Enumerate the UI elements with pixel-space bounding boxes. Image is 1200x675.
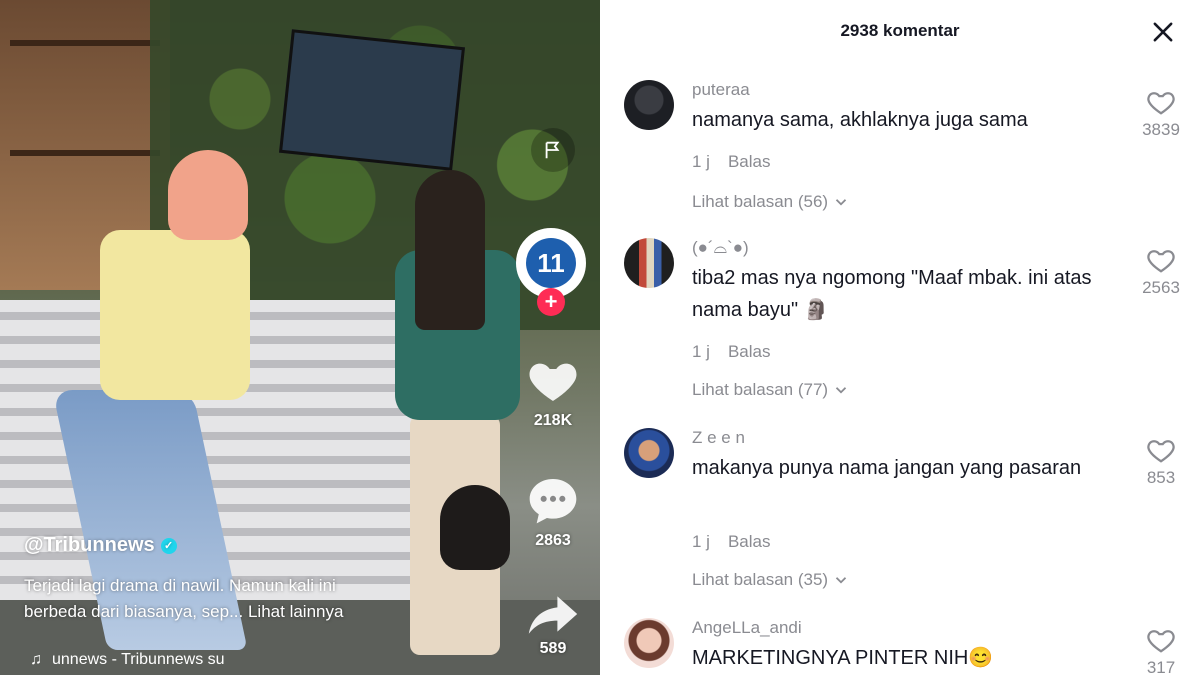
comment-text: tiba2 mas nya ngomong "Maaf mbak. ini at… [692, 267, 1092, 321]
comment-avatar[interactable] [624, 238, 674, 288]
chevron-down-icon [835, 577, 847, 584]
music-note-icon: ♫ [30, 651, 42, 668]
reply-button[interactable]: Balas [728, 342, 771, 362]
comment-like-count: 853 [1146, 468, 1176, 487]
like-count: 218K [533, 412, 573, 429]
comment-button[interactable]: 2863 [522, 472, 584, 550]
chevron-down-icon [835, 199, 847, 206]
comment-meta: 1 j Balas [692, 152, 771, 172]
comment-text: MARKETINGNYA PINTER NIH😊 [692, 647, 994, 669]
comment-bubble-icon [529, 479, 577, 524]
comments-panel: 2938 komentar puteraa namanya sama, akhl… [600, 0, 1200, 675]
view-replies-label: Lihat balasan (56) [692, 192, 829, 211]
flag-icon[interactable] [531, 128, 575, 172]
heart-outline-icon [1147, 250, 1175, 273]
comment-meta: 1 j Balas [692, 532, 771, 552]
music-title: unnews - Tribunnews su [52, 651, 225, 668]
creator-handle[interactable]: @Tribunnews ✓ [24, 534, 177, 557]
comments-title: 2938 komentar [840, 21, 960, 40]
creator-handle-text: @Tribunnews [24, 534, 155, 556]
reply-button[interactable]: Balas [728, 152, 771, 172]
view-replies-label: Lihat balasan (35) [692, 570, 829, 589]
video-caption-line: berbeda dari biasanya, sep... Lihat lain… [24, 602, 344, 621]
comment-like-button[interactable]: 3839 [1130, 88, 1192, 140]
like-button[interactable]: 218K [522, 352, 584, 430]
heart-outline-icon [1147, 440, 1175, 463]
comment-count: 2863 [535, 532, 571, 549]
share-button[interactable]: 589 [522, 592, 584, 658]
comment-like-button[interactable]: 853 [1130, 436, 1192, 488]
comment-username[interactable]: (●´⌓`●) [692, 238, 749, 258]
comment-username[interactable]: Z e e n [692, 428, 745, 448]
comment-like-count: 317 [1146, 658, 1176, 675]
view-replies-button[interactable]: Lihat balasan (77) [692, 380, 850, 400]
video-caption-line: Terjadi lagi drama di nawil. Namun kali … [24, 576, 336, 595]
share-arrow-icon [528, 596, 578, 634]
comment-time: 1 j [692, 532, 710, 551]
plus-icon[interactable]: + [537, 288, 565, 316]
share-count: 589 [539, 640, 567, 657]
comment-text: makanya punya nama jangan yang pasaran [692, 457, 1082, 479]
heart-outline-icon [1147, 630, 1175, 653]
comment-like-count: 3839 [1142, 120, 1180, 139]
creator-avatar-logo: 11 [526, 238, 576, 288]
reply-button[interactable]: Balas [728, 532, 771, 552]
comment-meta: 1 j Balas [692, 342, 771, 362]
comment-username[interactable]: AngeLLa_andi [692, 618, 802, 638]
verified-check-icon: ✓ [160, 537, 177, 554]
comment-avatar[interactable] [624, 428, 674, 478]
chevron-down-icon [835, 387, 847, 394]
view-replies-button[interactable]: Lihat balasan (35) [692, 570, 850, 590]
comment-avatar[interactable] [624, 80, 674, 130]
close-icon[interactable] [1149, 18, 1177, 46]
comment-time: 1 j [692, 342, 710, 361]
comment-text: namanya sama, akhlaknya juga sama [692, 109, 1028, 131]
comment-username[interactable]: puteraa [692, 80, 750, 100]
video-scene-menu-screen [278, 29, 466, 171]
music-ticker[interactable]: ♫ unnews - Tribunnews su [30, 651, 225, 669]
video-caption[interactable]: Terjadi lagi drama di nawil. Namun kali … [24, 573, 464, 625]
comment-like-button[interactable]: 317 [1130, 626, 1192, 675]
comment-like-count: 2563 [1142, 278, 1180, 297]
view-replies-button[interactable]: Lihat balasan (56) [692, 192, 850, 212]
comment-like-button[interactable]: 2563 [1130, 246, 1192, 298]
view-replies-label: Lihat balasan (77) [692, 380, 829, 399]
heart-icon [529, 363, 577, 401]
comment-avatar[interactable] [624, 618, 674, 668]
heart-outline-icon [1147, 92, 1175, 115]
comment-time: 1 j [692, 152, 710, 171]
video-player[interactable]: 11 + 218K 2863 589 @Tribunnews ✓ Terjadi… [0, 0, 600, 675]
